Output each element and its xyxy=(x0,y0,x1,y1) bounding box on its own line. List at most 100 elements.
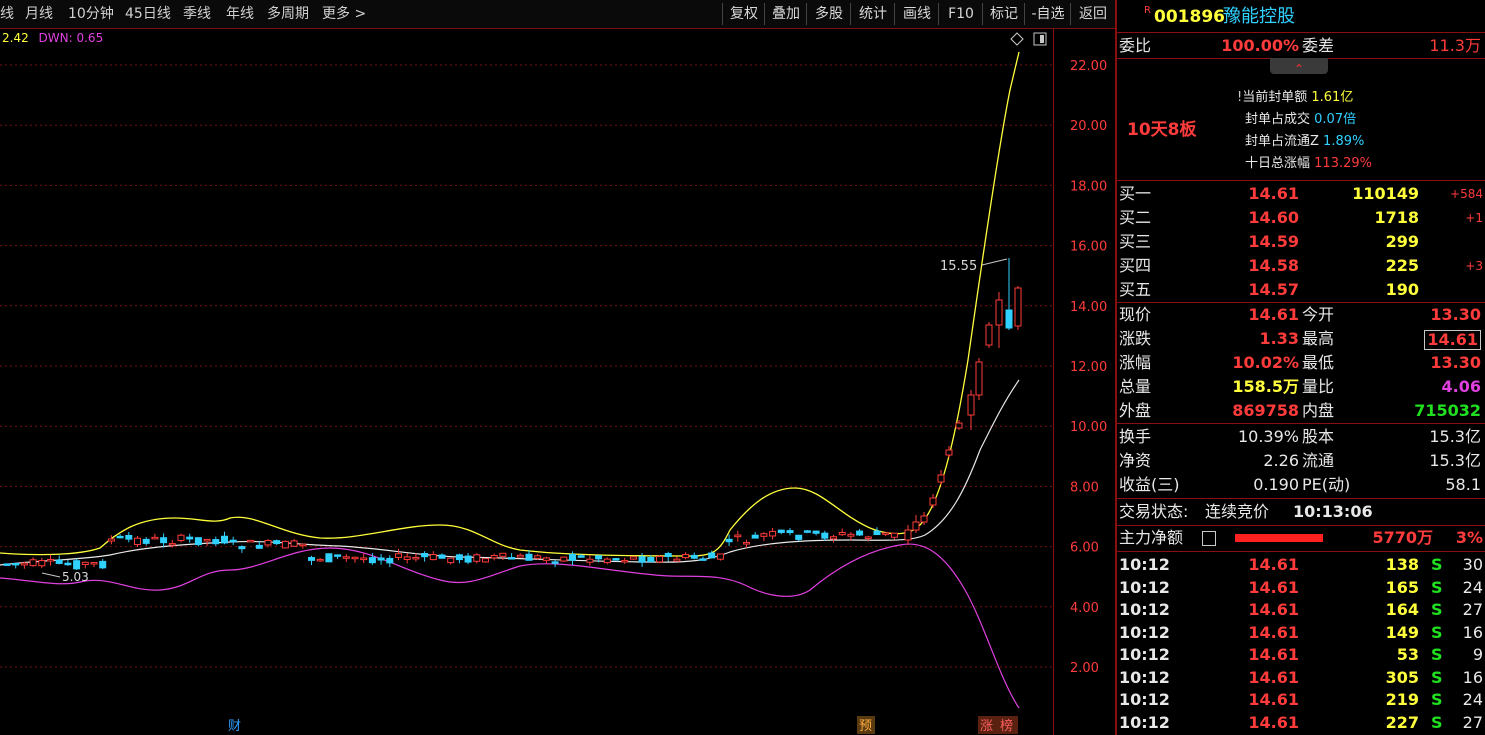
overlay-button[interactable]: 叠加 xyxy=(764,3,807,25)
tick-volume: 164 xyxy=(1385,600,1419,619)
panel-toggle-icon[interactable] xyxy=(1033,32,1047,46)
tick-side: S xyxy=(1431,645,1443,664)
quote-label: 涨跌 xyxy=(1119,329,1152,348)
period-tab-multi[interactable]: 多周期 xyxy=(267,0,309,28)
price-tick-label: 16.00 xyxy=(1070,240,1107,255)
main-force-percent: 3% xyxy=(1455,528,1483,547)
bid-volume: 190 xyxy=(1385,280,1419,299)
quote-stat-row: 现价 14.61 今开 13.30 xyxy=(1117,304,1485,326)
bid-level-row: 买四 14.58 225 +3 xyxy=(1117,255,1485,277)
limit-board-tag: 10天8板 xyxy=(1127,120,1197,140)
candlestick xyxy=(473,553,481,564)
bid-level-row: 买五 14.57 190 xyxy=(1117,279,1485,301)
candlestick xyxy=(482,558,489,563)
trade-status-time: 10:13:06 xyxy=(1293,502,1373,521)
period-tab-year[interactable]: 年线 xyxy=(226,0,254,28)
tick-time: 10:12 xyxy=(1119,712,1170,732)
candlestick xyxy=(12,562,20,569)
fund-value: 2.26 xyxy=(1263,451,1299,470)
tick-volume: 219 xyxy=(1385,690,1419,709)
price-tick-label: 22.00 xyxy=(1070,59,1107,74)
fund-label: 股本 xyxy=(1302,427,1335,446)
candlestick xyxy=(386,555,394,568)
candlestick xyxy=(929,494,937,508)
tick-count: 16 xyxy=(1462,667,1483,687)
tick-time: 10:12 xyxy=(1119,577,1170,597)
quote-value: 10.02% xyxy=(1232,353,1299,372)
quote-label: 最低 xyxy=(1302,353,1335,372)
candlestick xyxy=(786,528,794,536)
candlestick xyxy=(229,536,237,546)
fundamental-row: 净资 2.26 流通 15.3亿 xyxy=(1117,450,1485,472)
candlestick xyxy=(177,533,185,543)
candlestick xyxy=(912,515,920,533)
tick-time: 10:12 xyxy=(1119,555,1170,574)
mark-button[interactable]: 标记 xyxy=(982,3,1025,25)
candlestick xyxy=(975,358,983,400)
forecast-event-marker[interactable]: 预 xyxy=(857,716,875,734)
tick-side: S xyxy=(1431,600,1443,619)
more-menu[interactable]: 更多 > xyxy=(322,0,366,28)
seal-amount-value: 1.61亿 xyxy=(1311,90,1354,105)
period-tab-quarter[interactable]: 季线 xyxy=(183,0,211,28)
tick-side: S xyxy=(1431,577,1443,597)
finance-event-marker[interactable]: 财 xyxy=(228,719,241,734)
period-tab-day[interactable]: 线 xyxy=(0,0,14,28)
quote-label: 今开 xyxy=(1302,305,1335,324)
price-tick-label: 6.00 xyxy=(1070,541,1099,556)
price-tick-label: 20.00 xyxy=(1070,119,1107,134)
bid-level-label: 买五 xyxy=(1119,280,1152,299)
statistics-button[interactable]: 统计 xyxy=(850,3,895,25)
candlestick xyxy=(542,556,550,564)
limit-up-list-marker[interactable]: 涨 榜 xyxy=(978,716,1018,734)
bid-volume: 1718 xyxy=(1374,208,1419,227)
quote-panel: R 001896 豫能控股 委比 100.00% 委差 11.3万 ⌃ 10天8… xyxy=(1117,0,1485,735)
tick-time: 10:12 xyxy=(1119,622,1170,642)
bid-price: 14.57 xyxy=(1248,280,1299,299)
candlestick xyxy=(937,470,945,485)
tick-side: S xyxy=(1431,555,1443,574)
candlestick xyxy=(716,553,724,561)
quote-stat-row: 涨幅 10.02% 最低 13.30 xyxy=(1117,352,1485,374)
candlestick xyxy=(221,531,228,545)
back-button[interactable]: 返回 xyxy=(1070,3,1115,25)
candlestick xyxy=(142,537,150,546)
period-tab-10min[interactable]: 10分钟 xyxy=(68,0,114,28)
quote-label: 涨幅 xyxy=(1119,353,1152,372)
fund-label: 收益(三) xyxy=(1119,475,1180,494)
candlestick xyxy=(612,557,620,561)
candlestick xyxy=(769,528,777,540)
tick-time: 10:12 xyxy=(1119,645,1170,664)
period-tab-month[interactable]: 月线 xyxy=(25,0,53,28)
diamond-icon[interactable] xyxy=(1010,32,1024,46)
stock-name[interactable]: 豫能控股 xyxy=(1223,4,1295,30)
quote-label: 量比 xyxy=(1302,377,1335,396)
remove-watchlist-button[interactable]: -自选 xyxy=(1024,3,1071,25)
chart-grid xyxy=(0,64,1053,668)
candlestick xyxy=(751,532,759,539)
tick-time: 10:12 xyxy=(1119,690,1170,709)
tick-price: 14.61 xyxy=(1248,577,1299,597)
candlestick-series xyxy=(3,258,1022,571)
candlestick xyxy=(734,530,742,542)
restore-rights-button[interactable]: 复权 xyxy=(722,3,765,25)
candlestick xyxy=(290,538,298,547)
candlestick xyxy=(682,552,690,560)
low-price-label: 5.03 xyxy=(62,570,89,584)
candlestick xyxy=(455,553,463,564)
kline-chart[interactable]: 22.00 20.00 18.00 16.00 14.00 12.00 10.00 8.00 6… xyxy=(0,29,1115,735)
period-tab-45day[interactable]: 45日线 xyxy=(125,0,171,28)
candlestick xyxy=(803,530,811,534)
collapse-button[interactable]: ⌃ xyxy=(1270,58,1328,76)
draw-line-button[interactable]: 画线 xyxy=(894,3,939,25)
bid-change: +584 xyxy=(1450,187,1483,201)
multi-stock-button[interactable]: 多股 xyxy=(806,3,851,25)
f10-button[interactable]: F10 xyxy=(938,3,983,25)
chevron-up-icon: ⌃ xyxy=(1293,62,1305,76)
candlestick xyxy=(534,554,542,560)
candlestick xyxy=(821,530,829,541)
bid-price: 14.60 xyxy=(1248,208,1299,227)
tick-count: 27 xyxy=(1462,712,1483,732)
trade-status-value: 连续竞价 xyxy=(1205,502,1270,521)
document-icon[interactable] xyxy=(1202,531,1216,546)
